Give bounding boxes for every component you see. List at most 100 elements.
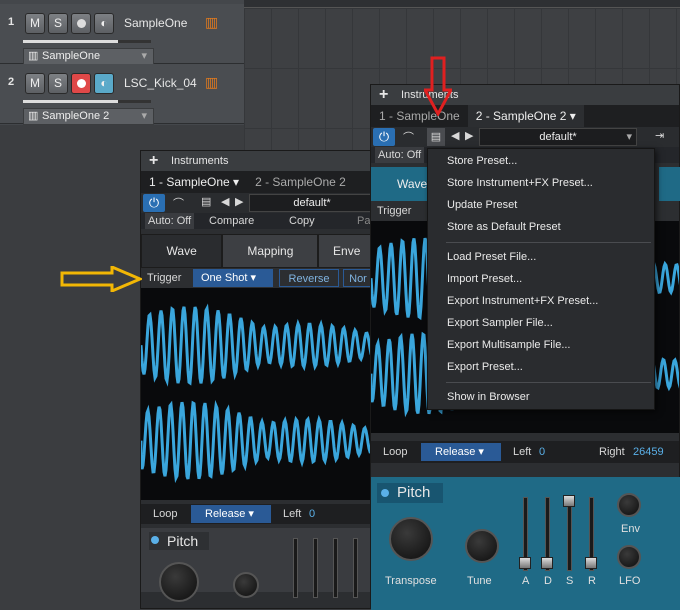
normalize-toggle[interactable]: Nor [343,269,373,287]
mute-button[interactable]: M [25,13,45,34]
decay-fader[interactable] [313,538,318,598]
env-knob[interactable] [617,493,641,517]
menu-item-export-multisample-file[interactable]: Export Multisample File... [447,339,570,351]
preset-name-field[interactable]: default* ▾ [479,128,637,146]
left-value[interactable]: 0 [539,441,545,463]
plus-icon[interactable]: + [379,85,388,105]
plus-icon[interactable]: + [149,151,158,171]
window-title-bar[interactable]: + Instruments [371,85,679,105]
instrument-select[interactable]: SampleOne ▾ ▥ [23,48,154,65]
lfo-knob[interactable] [617,545,641,569]
tab-envelope[interactable]: Enve [318,234,375,268]
sustain-fader[interactable] [333,538,338,598]
loop-bar: Loop Release ▾ Left 0 [141,504,375,524]
menu-item-import-preset[interactable]: Import Preset... [447,273,522,285]
next-preset-icon[interactable]: ▶ [465,129,473,142]
solo-button[interactable]: S [48,13,68,34]
decay-fader-cap[interactable] [541,557,553,569]
tab-sampleone[interactable]: 1 - SampleOne ▾ [141,171,247,193]
menu-item-store-instrument-fx-preset[interactable]: Store Instrument+FX Preset... [447,177,593,189]
tab-wave[interactable]: Wave [371,167,431,201]
power-icon[interactable]: ⏻ [143,194,165,212]
copy-button[interactable]: Copy [289,213,315,229]
auto-off-button[interactable]: Auto: Off [375,147,425,163]
volume-slider[interactable] [23,40,151,43]
auto-off-button[interactable]: Auto: Off [145,213,195,229]
io-arrow-icon[interactable]: ⇥ [655,129,664,142]
release-fader-cap[interactable] [585,557,597,569]
chevron-down-icon: ▾ [626,131,632,143]
compare-button[interactable]: Compare [209,213,254,229]
track-row[interactable]: 1 M S ◐ SampleOne ▥ SampleOne ▾ ▥ [0,4,244,65]
mute-button[interactable]: M [25,73,45,94]
menu-separator [446,242,651,243]
preset-context-menu: Store Preset... Store Instrument+FX Pres… [427,148,655,410]
menu-item-update-preset[interactable]: Update Preset [447,199,517,211]
tab-sampleone[interactable]: 1 - SampleOne [371,105,468,127]
menu-item-show-in-browser[interactable]: Show in Browser [447,391,530,403]
power-icon[interactable]: ⏻ [373,128,395,146]
transpose-knob[interactable] [159,562,199,602]
loop-select[interactable]: Release ▾ [421,443,501,461]
preset-menu-icon[interactable]: ▤ [201,195,211,208]
instrument-keyboard-icon[interactable]: ▥ [205,14,218,31]
solo-button[interactable]: S [48,73,68,94]
release-fader[interactable] [353,538,358,598]
headphones-icon[interactable]: ⌒ [403,129,414,145]
record-button[interactable] [71,13,91,34]
left-label: Left [283,508,302,520]
left-label: Left [513,446,532,458]
prev-preset-icon[interactable]: ◀ [451,129,459,142]
menu-item-export-sampler-file[interactable]: Export Sampler File... [447,317,553,329]
left-value[interactable]: 0 [309,504,315,524]
trigger-bar: Trigger One Shot ▾ Reverse Nor [141,268,375,288]
record-dot-icon [76,19,86,28]
preset-bar: ⏻ ⌒ ▤ ◀ ▶ default* [141,193,375,213]
monitor-icon: ◐ [100,16,108,30]
reverse-toggle[interactable]: Reverse [279,269,339,287]
trigger-select[interactable]: One Shot ▾ [193,269,273,287]
right-label: Right [599,446,625,458]
pitch-enable-icon[interactable] [151,536,159,544]
track-row[interactable]: 2 M S ◐ LSC_Kick_04 ▥ SampleOne 2 ▾ ▥ [0,64,244,125]
track-number: 1 [8,16,15,28]
tune-knob[interactable] [233,572,259,598]
timeline-ruler[interactable] [244,0,680,8]
tab-label: 2 - SampleOne 2 [475,109,567,123]
menu-item-store-preset[interactable]: Store Preset... [447,155,517,167]
transpose-knob[interactable] [389,517,433,561]
loop-select[interactable]: Release ▾ [191,505,271,523]
record-button[interactable] [71,73,91,94]
preset-menu-icon[interactable]: ▤ [427,128,445,146]
menu-item-load-preset-file[interactable]: Load Preset File... [447,251,536,263]
monitor-button[interactable]: ◐ [94,73,114,94]
right-value[interactable]: 26459 [633,441,664,463]
menu-item-export-preset[interactable]: Export Preset... [447,361,523,373]
preset-name: default* [539,131,577,143]
attack-fader[interactable] [293,538,298,598]
paste-button[interactable]: Pa [357,213,370,229]
tab-next[interactable] [659,167,680,201]
tune-knob[interactable] [465,529,499,563]
sustain-fader-cap[interactable] [563,495,575,507]
tab-sampleone-2[interactable]: 2 - SampleOne 2 ▾ [467,105,584,127]
tab-sampleone-2[interactable]: 2 - SampleOne 2 [247,171,354,193]
tab-mapping[interactable]: Mapping [222,234,319,268]
preset-name-field[interactable]: default* [249,194,375,212]
volume-slider[interactable] [23,100,151,103]
menu-item-export-instrument-fx-preset[interactable]: Export Instrument+FX Preset... [447,295,598,307]
sustain-fader[interactable] [567,497,572,571]
instrument-select[interactable]: SampleOne 2 ▾ ▥ [23,108,154,125]
monitor-button[interactable]: ◐ [94,13,114,34]
window-title-bar[interactable]: + Instruments [141,151,375,171]
menu-item-store-default-preset[interactable]: Store as Default Preset [447,221,561,233]
attack-fader-cap[interactable] [519,557,531,569]
pitch-enable-icon[interactable] [381,489,389,497]
headphones-icon[interactable]: ⌒ [173,195,184,211]
tab-wave[interactable]: Wave [141,234,223,268]
waveform-display[interactable] [141,288,375,500]
prev-preset-icon[interactable]: ◀ [221,195,229,208]
next-preset-icon[interactable]: ▶ [235,195,243,208]
menu-separator [446,382,651,383]
instrument-keyboard-icon[interactable]: ▥ [205,74,218,91]
